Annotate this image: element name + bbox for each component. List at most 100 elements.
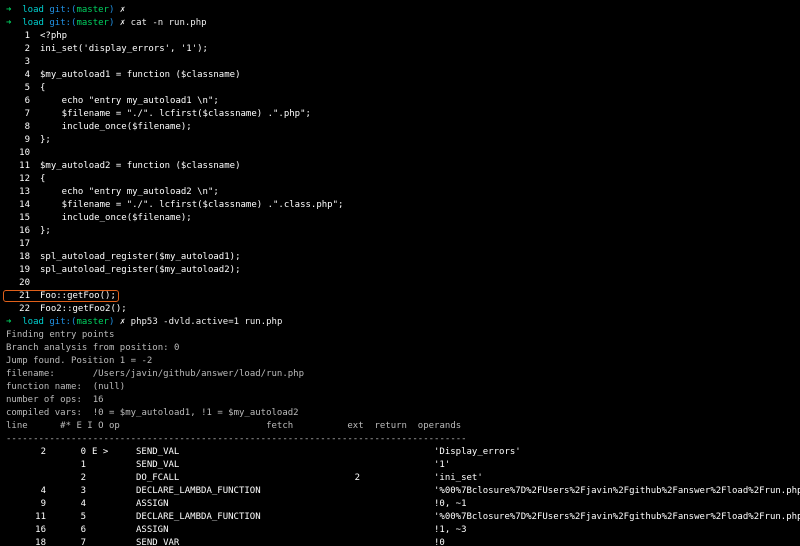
code-text: ini_set('display_errors', '1'); (40, 44, 208, 54)
operands: 'Display_errors' (420, 446, 521, 459)
prompt-line-php: ➜ load git:(master) ✗ php53 -dvld.active… (6, 316, 794, 329)
prompt-close: ) (109, 317, 114, 327)
code-text: $filename = "./". lcfirst($classname) ."… (40, 200, 343, 210)
prompt-close: ) (109, 18, 114, 28)
analysis-line: function name: (null) (6, 381, 794, 394)
command-php: php53 -dvld.active=1 run.php (131, 317, 283, 327)
terminal-window[interactable]: ➜ load git:(master) ✗ ➜ load git:(master… (0, 0, 800, 546)
code-text: $my_autoload2 = function ($classname) (40, 161, 240, 171)
operands: '%00%7Bclosure%7D%2FUsers%2Fjavin%2Fgith… (420, 485, 800, 498)
code-line: 3 (6, 56, 794, 69)
code-line: 7 $filename = "./". lcfirst($classname) … (6, 108, 794, 121)
code-output: 1<?php2ini_set('display_errors', '1');34… (6, 30, 794, 290)
divider: ----------------------------------------… (6, 433, 794, 446)
opcode: SEND_VAR (130, 537, 320, 546)
command-cat: cat -n run.php (131, 18, 207, 28)
opcode: DECLARE_LAMBDA_FUNCTION (130, 485, 320, 498)
code-text: { (40, 83, 45, 93)
dirty-icon: ✗ (120, 317, 125, 327)
code-line: 4$my_autoload1 = function ($classname) (6, 69, 794, 82)
line-number: 15 (6, 212, 40, 225)
code-line: 9}; (6, 134, 794, 147)
prompt-git: git:( (49, 5, 76, 15)
prompt-dir: load (22, 18, 44, 28)
line-number: 11 (6, 160, 40, 173)
code-text: $filename = "./". lcfirst($classname) ."… (40, 109, 311, 119)
opcode-row: 2DO_FCALL2'ini_set' (6, 472, 794, 485)
op-index: 1 (56, 459, 86, 472)
opcode-row: 20E >SEND_VAL'Display_errors' (6, 446, 794, 459)
code-line: 19spl_autoload_register($my_autoload2); (6, 264, 794, 277)
code-text: { (40, 174, 45, 184)
prompt-line-cat: ➜ load git:(master) ✗ cat -n run.php (6, 17, 794, 30)
line-number: 18 (6, 251, 40, 264)
code-text: spl_autoload_register($my_autoload1); (40, 252, 240, 262)
prompt-git: git:( (49, 317, 76, 327)
code-text: }; (40, 135, 51, 145)
opcode-row: 43DECLARE_LAMBDA_FUNCTION'%00%7Bclosure%… (6, 485, 794, 498)
operands: '%00%7Bclosure%7D%2FUsers%2Fjavin%2Fgith… (420, 511, 800, 524)
line-number: 12 (6, 173, 40, 186)
op-index: 7 (56, 537, 86, 546)
op-index: 5 (56, 511, 86, 524)
eio: E > (86, 446, 130, 459)
analysis-line: compiled vars: !0 = $my_autoload1, !1 = … (6, 407, 794, 420)
analysis-line: Finding entry points (6, 329, 794, 342)
prompt-dir: load (22, 5, 44, 15)
prompt-arrow-icon: ➜ (6, 5, 11, 15)
operands: '1' (420, 459, 450, 472)
code-line: 22Foo2::getFoo2(); (6, 303, 794, 316)
prompt-line-1: ➜ load git:(master) ✗ (6, 4, 794, 17)
line-number: 8 (6, 121, 40, 134)
analysis-line: number of ops: 16 (6, 394, 794, 407)
vld-analysis-header: Finding entry pointsBranch analysis from… (6, 329, 794, 420)
code-line: 12{ (6, 173, 794, 186)
prompt-branch: master (76, 317, 109, 327)
prompt-close: ) (109, 5, 114, 15)
op-index: 0 (56, 446, 86, 459)
code-line: 18spl_autoload_register($my_autoload1); (6, 251, 794, 264)
opcode: SEND_VAL (130, 459, 320, 472)
src-line: 4 (6, 485, 56, 498)
opcode: DO_FCALL (130, 472, 320, 485)
op-index: 2 (56, 472, 86, 485)
prompt-branch: master (76, 18, 109, 28)
operands: 'ini_set' (420, 472, 483, 485)
code-text: echo "entry my_autoload2 \n"; (40, 187, 219, 197)
ext: 2 (320, 472, 360, 485)
prompt-git: git:( (49, 18, 76, 28)
code-line: 13 echo "entry my_autoload2 \n"; (6, 186, 794, 199)
line-number: 2 (6, 43, 40, 56)
line-number: 10 (6, 147, 40, 160)
code-text: include_once($filename); (40, 213, 192, 223)
line-number: 13 (6, 186, 40, 199)
highlighted-code-line: 21Foo::getFoo(); (6, 290, 794, 303)
code-text: }; (40, 226, 51, 236)
line-number: 1 (6, 30, 40, 43)
operands: !0, ~1 (420, 498, 467, 511)
line-number: 14 (6, 199, 40, 212)
code-line: 8 include_once($filename); (6, 121, 794, 134)
code-line: 2ini_set('display_errors', '1'); (6, 43, 794, 56)
src-line: 9 (6, 498, 56, 511)
code-text: Foo::getFoo(); (40, 291, 116, 301)
analysis-line: Jump found. Position 1 = -2 (6, 355, 794, 368)
code-line: 10 (6, 147, 794, 160)
code-line: 1<?php (6, 30, 794, 43)
line-number: 19 (6, 264, 40, 277)
opcode: ASSIGN (130, 524, 320, 537)
code-text: $my_autoload1 = function ($classname) (40, 70, 240, 80)
analysis-line: Branch analysis from position: 0 (6, 342, 794, 355)
line-number: 6 (6, 95, 40, 108)
line-number: 3 (6, 56, 40, 69)
code-line: 6 echo "entry my_autoload1 \n"; (6, 95, 794, 108)
line-number: 22 (6, 303, 40, 316)
code-line: 5{ (6, 82, 794, 95)
opcode-table: 20E >SEND_VAL'Display_errors'1 SEND_VAL '1… (6, 446, 794, 546)
code-text: include_once($filename); (40, 122, 192, 132)
prompt-branch: master (76, 5, 109, 15)
code-line: 15 include_once($filename); (6, 212, 794, 225)
line-number: 4 (6, 69, 40, 82)
prompt-arrow-icon: ➜ (6, 317, 11, 327)
code-line: 11$my_autoload2 = function ($classname) (6, 160, 794, 173)
